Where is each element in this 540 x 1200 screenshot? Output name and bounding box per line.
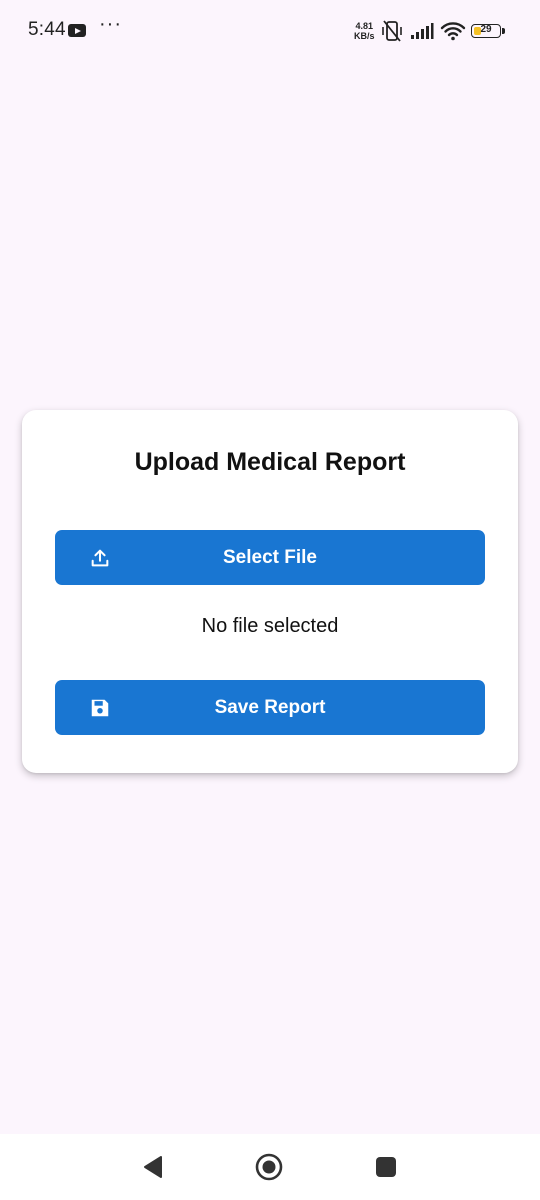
save-report-button[interactable]: Save Report: [55, 680, 485, 735]
network-speed-unit: KB/s: [354, 31, 375, 41]
signal-icon: [411, 23, 434, 39]
more-dots-icon: ···: [99, 13, 122, 35]
status-time: 5:44: [28, 19, 66, 40]
battery-tip: [502, 28, 505, 34]
home-icon: [255, 1153, 283, 1181]
back-button[interactable]: [138, 1152, 168, 1182]
vibrate-off-icon: [382, 20, 402, 42]
recents-button[interactable]: [371, 1152, 401, 1182]
status-bar: 5:44 ··· 4.81 KB/s 29: [0, 0, 540, 64]
select-file-label: Select File: [223, 546, 317, 568]
network-speed-value: 4.81: [355, 21, 374, 31]
select-file-button[interactable]: Select File: [55, 530, 485, 585]
back-icon: [144, 1156, 162, 1178]
card-title: Upload Medical Report: [134, 448, 406, 476]
upload-icon: [89, 547, 111, 569]
save-icon: [89, 697, 111, 719]
wifi-icon: [440, 22, 466, 41]
recents-icon: [376, 1157, 396, 1177]
network-speed: 4.81 KB/s: [354, 21, 375, 41]
save-report-label: Save Report: [214, 696, 326, 718]
file-status-text: No file selected: [201, 615, 339, 637]
home-button[interactable]: [254, 1152, 284, 1182]
youtube-icon: [68, 24, 86, 37]
battery-level: 29: [480, 24, 492, 35]
navigation-bar: [0, 1134, 540, 1200]
upload-card: Upload Medical Report Select File No fil…: [22, 410, 518, 773]
battery-icon: 29: [471, 24, 501, 38]
